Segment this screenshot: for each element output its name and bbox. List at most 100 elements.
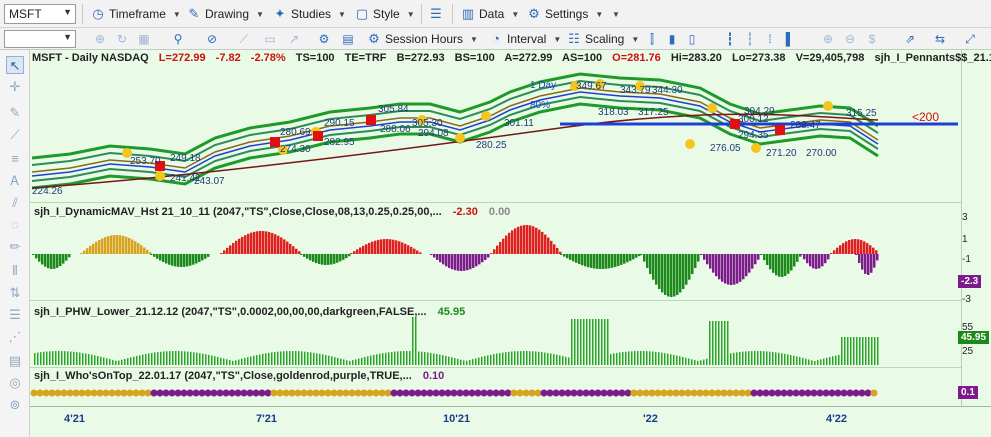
- histogram-bar: [682, 254, 685, 289]
- histogram-bar: [875, 250, 878, 254]
- histogram-bar: [724, 254, 727, 284]
- price-label: 80%: [530, 100, 551, 111]
- value-badge: 45.95: [958, 331, 990, 344]
- histogram-bar: [113, 235, 116, 254]
- histogram-bar: [268, 232, 271, 254]
- histogram-bar: [664, 254, 667, 295]
- phw-bar: [178, 351, 180, 365]
- top-dot: [408, 389, 416, 397]
- top-dot: [48, 389, 56, 397]
- histogram-bar: [292, 246, 295, 254]
- top-dot: [372, 389, 380, 397]
- histogram-bar: [493, 249, 496, 254]
- phw-bar: [556, 354, 558, 365]
- y-tick: 1: [962, 234, 968, 245]
- top-dot: [504, 389, 512, 397]
- histogram-bar: [550, 240, 553, 254]
- top-dot: [348, 389, 356, 397]
- histogram-bar: [858, 254, 861, 263]
- phw-bar: [595, 319, 597, 365]
- indicator-title[interactable]: sjh_I_PHW_Lower_21.12.12 (2047,"TS",0.00…: [34, 306, 465, 318]
- top-dot: [600, 389, 608, 397]
- phw-bar: [154, 352, 156, 365]
- phw-bar: [757, 351, 759, 365]
- phw-bar: [643, 351, 645, 365]
- phw-bar: [700, 360, 702, 365]
- phw-bar: [79, 352, 81, 365]
- histogram-bar: [204, 254, 207, 259]
- value-badge: -2.3: [958, 275, 982, 288]
- histogram-bar: [560, 254, 563, 255]
- histogram-bar: [712, 254, 715, 273]
- top-dot: [330, 389, 338, 397]
- histogram-bar: [119, 235, 122, 254]
- histogram-bar: [398, 241, 401, 254]
- top-dot: [132, 389, 140, 397]
- top-dot: [462, 389, 470, 397]
- volume-field: V=29,405,798: [795, 52, 865, 64]
- phw-bar: [433, 353, 435, 365]
- histogram-bar: [416, 250, 419, 254]
- top-dot: [570, 389, 578, 397]
- top-dot: [432, 389, 440, 397]
- value-badge: 0.1: [958, 386, 978, 399]
- phw-bar: [352, 360, 354, 365]
- phw-bar: [310, 352, 312, 365]
- top-dot: [390, 389, 398, 397]
- phw-bar: [142, 354, 144, 365]
- top-dot: [402, 389, 410, 397]
- phw-bar: [625, 351, 627, 365]
- histogram-bar: [721, 254, 724, 282]
- histogram-bar: [635, 254, 638, 258]
- indicator-title[interactable]: sjh_I_Who'sOnTop_22.01.17 (2047,"TS",Clo…: [34, 370, 444, 382]
- histogram-bar: [389, 239, 392, 254]
- histogram-bar: [523, 225, 526, 254]
- phw-bar: [196, 352, 198, 365]
- price-label: 317.25: [638, 107, 669, 118]
- histogram-bar: [809, 254, 812, 267]
- phw-bar: [379, 353, 381, 365]
- histogram-bar: [529, 225, 532, 254]
- top-dot: [576, 389, 584, 397]
- price-label: 294.08: [418, 128, 449, 139]
- histogram-bar: [854, 239, 857, 254]
- phw-bar: [445, 355, 447, 365]
- phw-bar: [811, 360, 813, 365]
- phw-bar: [604, 319, 606, 365]
- phw-bar: [343, 359, 345, 365]
- phw-bar: [760, 351, 762, 365]
- top-dot: [270, 389, 278, 397]
- histogram-bar: [410, 246, 413, 254]
- histogram-bar: [122, 235, 125, 254]
- histogram-bar: [812, 254, 815, 269]
- histogram-bar: [481, 254, 484, 263]
- phw-bar: [415, 317, 417, 365]
- indicator-title[interactable]: sjh_I_DynamicMAV_Hst 21_10_11 (2047,"TS"…: [34, 206, 510, 218]
- phw-bar: [523, 351, 525, 365]
- phw-bar: [640, 351, 642, 365]
- phw-bar: [529, 351, 531, 365]
- phw-bar: [781, 353, 783, 365]
- phw-bar: [763, 351, 765, 365]
- top-dot: [864, 389, 872, 397]
- histogram-bar: [56, 254, 59, 268]
- histogram-bar: [395, 240, 398, 254]
- top-dot: [558, 389, 566, 397]
- phw-bar: [265, 353, 267, 365]
- price-label: 315.25: [846, 108, 877, 119]
- phw-bar: [163, 351, 165, 365]
- top-dot: [630, 389, 638, 397]
- histogram-bar: [300, 254, 303, 255]
- histogram-bar: [445, 254, 448, 267]
- phw-bar: [451, 357, 453, 365]
- top-dot: [144, 389, 152, 397]
- histogram-bar: [806, 254, 809, 264]
- phw-bar: [841, 337, 843, 365]
- phw-bar: [691, 359, 693, 365]
- histogram-bar: [262, 231, 265, 254]
- histogram-bar: [502, 238, 505, 254]
- pivot-dot: [155, 171, 165, 181]
- histogram-bar: [605, 254, 608, 269]
- top-dot: [510, 389, 518, 397]
- histogram-bar: [676, 254, 679, 295]
